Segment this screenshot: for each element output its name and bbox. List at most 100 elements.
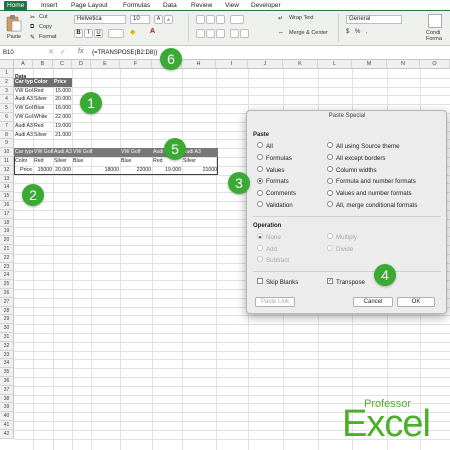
indent-increase-icon[interactable] — [240, 29, 249, 38]
row-header[interactable]: 14 — [0, 183, 14, 193]
row-header[interactable]: 10 — [0, 148, 14, 157]
skip-blanks-checkbox[interactable]: Skip Blanks — [257, 278, 298, 287]
tab-formulas[interactable]: Formulas — [120, 1, 153, 11]
source-data-cell[interactable]: White — [33, 113, 53, 122]
transposed-cell[interactable]: Price — [14, 166, 33, 175]
transpose-checkbox[interactable]: ✓ Transpose — [327, 278, 365, 287]
ok-button[interactable]: OK — [397, 297, 435, 307]
number-format-select[interactable]: General — [346, 15, 402, 24]
operation-option[interactable]: Subtract — [257, 256, 289, 265]
align-bottom-group[interactable] — [196, 29, 276, 38]
align-middle-icon[interactable] — [206, 29, 215, 38]
operation-option[interactable]: None — [257, 233, 281, 242]
copy-button[interactable]: ⧉ Copy — [30, 24, 52, 31]
paste-option[interactable]: Formats — [257, 177, 289, 186]
row-header[interactable]: 4 — [0, 95, 14, 105]
row-header[interactable]: 22 — [0, 253, 14, 263]
transposed-cell[interactable]: Red — [33, 157, 53, 166]
fill-color-icon[interactable]: ◆ — [130, 28, 144, 39]
align-left-icon[interactable] — [196, 15, 205, 24]
transposed-cell[interactable]: Blue — [72, 157, 120, 166]
column-header[interactable]: M — [352, 60, 387, 69]
percent-icon[interactable]: % — [355, 29, 360, 35]
row-header[interactable]: 12 — [0, 165, 14, 175]
source-header-cell[interactable]: Car type — [14, 77, 33, 87]
align-justify-icon[interactable] — [196, 29, 205, 38]
transposed-cell[interactable]: 21000 — [182, 166, 218, 175]
transposed-cell[interactable]: VW Golf — [120, 148, 152, 157]
conditional-formatting-button[interactable]: Condi Forma — [424, 13, 450, 43]
row-header[interactable]: 6 — [0, 113, 14, 122]
transposed-cell[interactable]: Audi A3 — [53, 148, 72, 157]
transposed-cell[interactable]: VW Golf — [33, 148, 53, 157]
source-data-cell[interactable]: Red — [33, 122, 53, 131]
operation-option[interactable]: Divide — [327, 244, 353, 254]
format-painter-button[interactable]: ✎ Format — [30, 34, 56, 41]
source-data-cell[interactable]: VW Golf — [14, 104, 33, 113]
tab-developer[interactable]: Developer — [248, 1, 284, 11]
transposed-cell[interactable]: Silver — [182, 157, 218, 166]
function-icon[interactable]: fx — [78, 48, 83, 55]
column-header[interactable]: J — [248, 60, 283, 69]
merge-center-button[interactable]: ⇔ Merge & Center — [278, 30, 328, 36]
operation-option[interactable]: Multiply — [327, 233, 357, 242]
source-data-cell[interactable]: Audi A3 — [14, 122, 33, 131]
tab-data[interactable]: Data — [160, 1, 180, 11]
cancel-button[interactable]: Cancel — [353, 297, 393, 307]
source-data-cell[interactable]: 18.000 — [53, 104, 72, 113]
row-header[interactable]: 9 — [0, 139, 14, 149]
column-header[interactable]: I — [216, 60, 248, 69]
row-header[interactable]: 26 — [0, 289, 14, 298]
source-data-cell[interactable]: VW Golf — [14, 113, 33, 122]
paste-option[interactable]: All using Source theme — [327, 142, 400, 151]
align-end-icon[interactable] — [216, 29, 225, 38]
decrease-font-icon[interactable]: A — [164, 15, 173, 24]
source-data-cell[interactable]: Silver — [33, 95, 53, 104]
transposed-cell[interactable]: 20.000 — [53, 166, 72, 175]
row-header[interactable]: 1 — [0, 69, 14, 78]
wrap-text-button[interactable]: ↵ Wrap Text — [278, 15, 314, 22]
column-header[interactable]: K — [283, 60, 318, 69]
paste-option[interactable]: Values — [257, 165, 284, 175]
bold-button[interactable]: B — [74, 29, 83, 38]
column-header[interactable]: F — [120, 60, 152, 69]
row-header[interactable]: 39 — [0, 403, 14, 413]
transposed-cell[interactable]: 15000 — [33, 166, 53, 175]
paste-option[interactable]: Column widths — [327, 165, 377, 175]
row-header[interactable]: 7 — [0, 121, 14, 131]
increase-font-icon[interactable]: A — [154, 15, 163, 24]
align-top-group[interactable] — [196, 15, 252, 24]
transposed-cell[interactable]: 19.000 — [152, 166, 182, 175]
row-header[interactable]: 18 — [0, 218, 14, 228]
align-right-icon[interactable] — [216, 15, 225, 24]
column-header[interactable]: N — [387, 60, 420, 69]
cut-button[interactable]: ✂ Cut — [30, 14, 48, 21]
row-header[interactable]: 38 — [0, 394, 14, 404]
source-data-cell[interactable]: 21.000 — [53, 131, 72, 140]
row-header[interactable]: 42 — [0, 429, 14, 439]
tab-insert[interactable]: Insert — [38, 1, 60, 11]
source-data-cell[interactable]: VW Golf — [14, 87, 33, 96]
row-header[interactable]: 41 — [0, 421, 14, 430]
comma-icon[interactable]: , — [366, 29, 368, 35]
tab-page-layout[interactable]: Page Layout — [68, 1, 111, 11]
italic-button[interactable]: I — [84, 29, 93, 38]
row-header[interactable]: 37 — [0, 385, 14, 395]
font-size-select[interactable]: 10 — [130, 15, 150, 24]
name-box[interactable]: B10 — [3, 49, 37, 57]
select-all-corner[interactable] — [0, 60, 14, 69]
paste-option[interactable]: All except borders — [327, 154, 386, 163]
row-header[interactable]: 13 — [0, 174, 14, 184]
paste-button[interactable]: Paste — [3, 13, 25, 43]
transposed-cell[interactable]: VW Golf — [72, 148, 120, 157]
row-header[interactable]: 25 — [0, 280, 14, 289]
row-header[interactable]: 11 — [0, 157, 14, 166]
column-header[interactable]: C — [53, 60, 72, 69]
column-header[interactable]: L — [318, 60, 352, 69]
transposed-cell[interactable]: Color — [14, 157, 33, 166]
column-header[interactable]: H — [182, 60, 216, 69]
column-header[interactable]: B — [33, 60, 53, 69]
row-header[interactable]: 5 — [0, 104, 14, 113]
row-header[interactable]: 34 — [0, 359, 14, 369]
transposed-cell[interactable]: 18000 — [72, 166, 120, 175]
